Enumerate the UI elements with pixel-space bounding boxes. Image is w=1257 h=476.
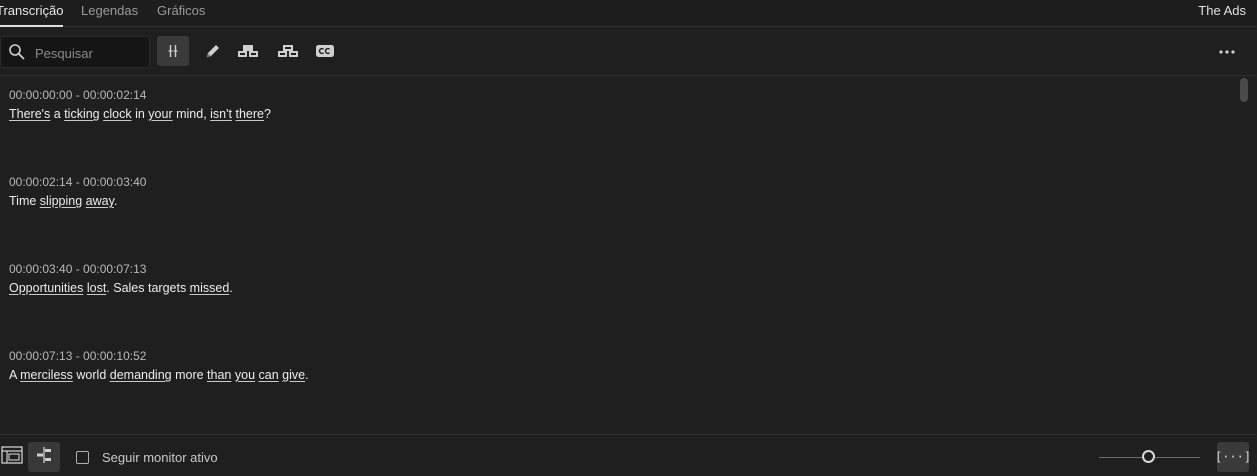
split-segment-button[interactable] (157, 36, 189, 66)
transcript-word[interactable]: mind, (173, 107, 211, 121)
transcript-segment[interactable]: 00:00:07:13 - 00:00:10:52 A merciless wo… (9, 348, 309, 384)
transcript-word[interactable]: missed (190, 281, 230, 295)
transcript-segment[interactable]: 00:00:03:40 - 00:00:07:13 Opportunities … (9, 261, 233, 297)
segment-timecode: 00:00:00:00 - 00:00:02:14 (9, 88, 147, 102)
cc-icon (315, 44, 335, 58)
scrollbar-thumb[interactable] (1240, 78, 1248, 102)
edit-button[interactable] (197, 36, 229, 66)
transcript-word[interactable]: can (259, 368, 279, 382)
panel-tab-bar: Transcrição Legendas Gráficos The Ads (0, 0, 1257, 27)
segment-text[interactable]: There's a ticking clock in your mind, is… (9, 106, 271, 123)
project-title: The Ads (1198, 3, 1246, 18)
more-options-button[interactable] (1215, 36, 1239, 66)
transcript-word[interactable]: than (207, 368, 231, 382)
merge-up-icon (237, 43, 259, 59)
transcript-word[interactable]: away (86, 194, 114, 208)
search-input[interactable] (33, 42, 147, 64)
transcript-word[interactable]: isn't (210, 107, 232, 121)
transcript-toolbar (0, 27, 1257, 76)
merge-down-icon (277, 43, 299, 59)
segment-timecode: 00:00:02:14 - 00:00:03:40 (9, 175, 147, 189)
transcript-footer: Seguir monitor ativo [···] (0, 434, 1257, 476)
sequence-panel-icon (1, 445, 23, 470)
tab-transcricao[interactable]: Transcrição (0, 0, 64, 27)
transcript-segment[interactable]: 00:00:02:14 - 00:00:03:40 Time slipping … (9, 174, 146, 210)
transcript-word[interactable]: merciless (20, 368, 73, 382)
align-view-button[interactable] (28, 442, 60, 472)
transcript-word[interactable]: There's (9, 107, 50, 121)
merge-up-button[interactable] (232, 36, 264, 66)
transcript-word[interactable]: A (9, 368, 20, 382)
transcript-word[interactable]: lost (87, 281, 106, 295)
captions-button[interactable] (309, 36, 341, 66)
merge-down-button[interactable] (272, 36, 304, 66)
transcript-list: 00:00:00:00 - 00:00:02:14 There's a tick… (0, 76, 1236, 434)
more-horizontal-icon (1218, 42, 1236, 60)
align-tree-icon (34, 445, 54, 470)
transcript-word[interactable]: more (172, 368, 207, 382)
transcript-word[interactable]: . (305, 368, 308, 382)
sequence-view-button[interactable] (0, 442, 24, 472)
search-box[interactable] (0, 36, 150, 68)
transcript-word[interactable]: Opportunities (9, 281, 83, 295)
transcript-word[interactable]: ? (264, 107, 271, 121)
transcript-word[interactable]: you (235, 368, 255, 382)
transcript-word[interactable]: give (282, 368, 305, 382)
transcript-word[interactable]: demanding (110, 368, 172, 382)
transcript-word[interactable]: . (229, 281, 232, 295)
follow-monitor-checkbox[interactable] (76, 451, 89, 464)
tab-legendas[interactable]: Legendas (81, 0, 138, 25)
transcript-word[interactable]: a (50, 107, 64, 121)
follow-monitor-label: Seguir monitor ativo (102, 450, 218, 465)
segment-text[interactable]: Time slipping away. (9, 193, 146, 210)
transcript-word[interactable]: slipping (40, 194, 82, 208)
transcript-word[interactable]: there (235, 107, 264, 121)
search-icon (8, 43, 26, 61)
segment-timecode: 00:00:03:40 - 00:00:07:13 (9, 262, 147, 276)
segment-text[interactable]: A merciless world demanding more than yo… (9, 367, 309, 384)
scrollbar[interactable] (1238, 76, 1249, 434)
pencil-icon (204, 42, 222, 60)
transcript-word[interactable]: . Sales targets (106, 281, 189, 295)
zoom-slider-track[interactable] (1099, 457, 1142, 458)
zoom-slider-thumb[interactable] (1142, 450, 1155, 463)
transcript-word[interactable]: world (73, 368, 110, 382)
transcript-word[interactable]: ticking (64, 107, 99, 121)
segment-text[interactable]: Opportunities lost. Sales targets missed… (9, 280, 233, 297)
segment-timecode: 00:00:07:13 - 00:00:10:52 (9, 349, 147, 363)
transcript-word[interactable]: in (132, 107, 149, 121)
transcript-word[interactable]: . (114, 194, 117, 208)
transcript-word[interactable]: your (148, 107, 172, 121)
split-segment-icon (166, 43, 180, 59)
tab-graficos[interactable]: Gráficos (157, 0, 205, 25)
transcript-segment[interactable]: 00:00:00:00 - 00:00:02:14 There's a tick… (9, 87, 271, 123)
zoom-slider-track-right[interactable] (1155, 457, 1200, 458)
transcript-word[interactable]: clock (103, 107, 131, 121)
segment-view-button[interactable]: [···] (1215, 442, 1251, 472)
transcript-word[interactable]: Time (9, 194, 40, 208)
